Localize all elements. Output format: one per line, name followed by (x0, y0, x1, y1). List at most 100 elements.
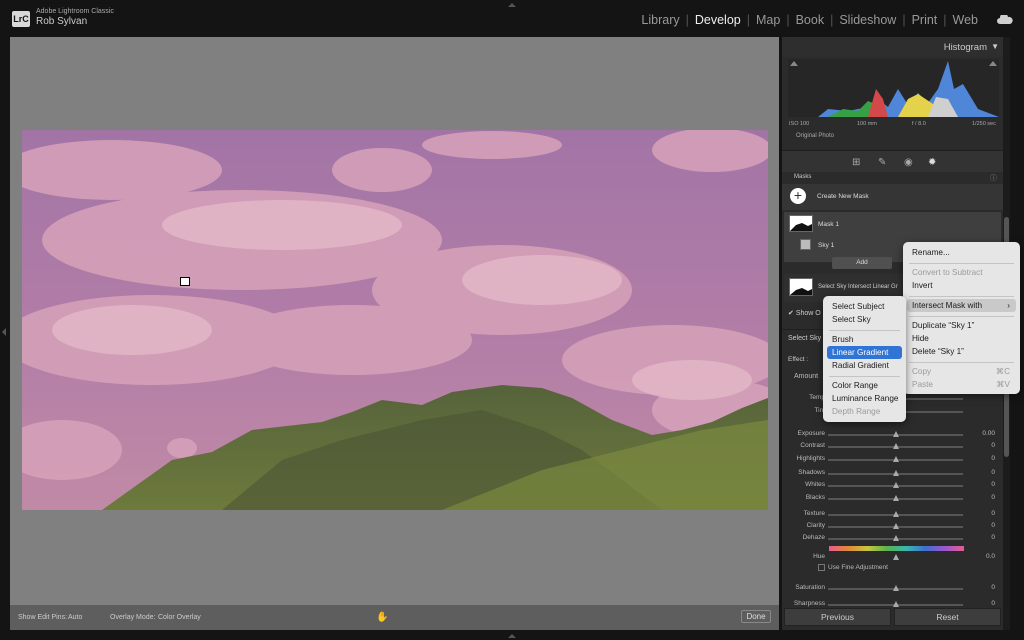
menu-paste: Paste ⌘V (907, 378, 1016, 391)
slider-knob[interactable] (892, 470, 899, 476)
menu-intersect-label: Intersect Mask with (912, 301, 983, 310)
done-button[interactable]: Done (741, 610, 771, 623)
copy-shortcut: ⌘C (995, 367, 1010, 376)
slider-texture[interactable]: Texture 0 (782, 508, 1003, 520)
menu-hide[interactable]: Hide (907, 332, 1016, 345)
module-map[interactable]: Map (750, 13, 786, 27)
histogram-chart (818, 61, 999, 117)
sky-icon (800, 239, 811, 250)
menu-copy: Copy ⌘C (907, 365, 1016, 378)
slider-clarity[interactable]: Clarity 0 (782, 520, 1003, 532)
hue-gradient-bar[interactable] (829, 546, 964, 551)
histogram-graph[interactable] (788, 59, 999, 117)
edit-pin-icon[interactable] (180, 277, 190, 286)
app-logo: LrC (12, 11, 30, 27)
slider-hue[interactable]: Hue 0.0 (782, 551, 1003, 563)
slider-value[interactable]: 0.00 (982, 430, 995, 437)
menu-intersect-mask-with[interactable]: Intersect Mask with › (907, 299, 1016, 312)
submenu-brush[interactable]: Brush (827, 333, 902, 346)
masking-icon[interactable]: ✹ (928, 157, 936, 168)
slider-value[interactable]: 0 (991, 510, 995, 517)
submenu-luminance-range[interactable]: Luminance Range (827, 392, 902, 405)
photo-preview[interactable] (22, 130, 768, 510)
menu-copy-label: Copy (912, 367, 932, 376)
slider-knob[interactable] (892, 443, 899, 449)
menu-separator (909, 362, 1014, 363)
slider-knob[interactable] (892, 456, 899, 462)
create-new-mask-row[interactable]: + Create New Mask (782, 184, 1003, 210)
slider-whites[interactable]: Whites 0 (782, 479, 1003, 491)
slider-exposure[interactable]: Exposure 0.00 (782, 428, 1003, 440)
menu-separator (829, 330, 900, 331)
help-icon[interactable]: ⓘ (990, 173, 997, 183)
collapse-arrow-icon[interactable]: ▼ (991, 42, 999, 51)
menu-separator (829, 376, 900, 377)
slider-value[interactable]: 0 (991, 522, 995, 529)
slider-knob[interactable] (892, 601, 899, 607)
collapse-top-icon[interactable] (508, 3, 516, 7)
module-book[interactable]: Book (790, 13, 831, 27)
slider-knob[interactable] (892, 482, 899, 488)
mask-context-menu: Rename... Convert to Subtract Invert Int… (903, 242, 1020, 394)
module-develop[interactable]: Develop (689, 13, 747, 27)
paste-shortcut: ⌘V (996, 380, 1010, 389)
amount-label: Amount (794, 373, 819, 380)
slider-knob[interactable] (892, 495, 899, 501)
submenu-select-subject[interactable]: Select Subject (827, 300, 902, 313)
menu-separator (909, 296, 1014, 297)
fine-adjustment-checkbox[interactable] (818, 564, 825, 571)
slider-knob[interactable] (892, 585, 899, 591)
menu-duplicate[interactable]: Duplicate “Sky 1” (907, 319, 1016, 332)
sky-1-label[interactable]: Sky 1 (818, 242, 834, 249)
show-edit-pins-select[interactable]: Auto (68, 614, 82, 621)
slider-knob[interactable] (892, 535, 899, 541)
slider-blacks[interactable]: Blacks 0 (782, 492, 1003, 504)
slider-highlights[interactable]: Highlights 0 (782, 453, 1003, 465)
crop-icon[interactable]: ⊞ (852, 157, 860, 168)
slider-shadows[interactable]: Shadows 0 (782, 467, 1003, 479)
slider-value[interactable]: 0 (991, 534, 995, 541)
add-button[interactable]: Add (832, 257, 892, 269)
module-slideshow[interactable]: Slideshow (833, 13, 902, 27)
cloud-icon[interactable] (997, 15, 1013, 24)
menu-rename[interactable]: Rename... (907, 246, 1016, 259)
submenu-linear-gradient[interactable]: Linear Gradient (827, 346, 902, 359)
slider-value[interactable]: 0 (991, 481, 995, 488)
slider-contrast[interactable]: Contrast 0 (782, 440, 1003, 452)
slider-value[interactable]: 0 (991, 455, 995, 462)
masks-header: Masks ⓘ (782, 172, 1003, 184)
submenu-color-range[interactable]: Color Range (827, 379, 902, 392)
module-print[interactable]: Print (906, 13, 944, 27)
module-web[interactable]: Web (947, 13, 984, 27)
slider-value[interactable]: 0 (991, 442, 995, 449)
slider-value[interactable]: 0 (991, 600, 995, 607)
overlay-mode-select[interactable]: Color Overlay (158, 614, 201, 621)
histogram-header[interactable]: Histogram ▼ (782, 37, 1003, 57)
slider-knob[interactable] (892, 523, 899, 529)
menu-invert[interactable]: Invert (907, 279, 1016, 292)
red-eye-icon[interactable]: ◉ (904, 157, 913, 168)
shadow-clipping-icon[interactable] (790, 61, 798, 66)
slider-value[interactable]: 0 (991, 494, 995, 501)
slider-knob[interactable] (892, 554, 899, 560)
slider-value[interactable]: 0 (991, 469, 995, 476)
plus-icon[interactable]: + (790, 188, 806, 204)
slider-knob[interactable] (892, 511, 899, 517)
submenu-select-sky[interactable]: Select Sky (827, 313, 902, 326)
slider-knob[interactable] (892, 431, 899, 437)
slider-saturation[interactable]: Saturation 0 (782, 582, 1003, 594)
collapse-left-icon[interactable] (2, 328, 6, 336)
healing-icon[interactable]: ✎ (878, 157, 886, 168)
show-overlay-checkbox[interactable]: ✔ Show O (788, 309, 821, 317)
collapse-bottom-icon[interactable] (508, 634, 516, 638)
highlight-clipping-icon[interactable] (989, 61, 997, 66)
submenu-radial-gradient[interactable]: Radial Gradient (827, 359, 902, 372)
slider-value[interactable]: 0 (991, 584, 995, 591)
image-canvas[interactable] (10, 37, 779, 630)
previous-button[interactable]: Previous (784, 608, 891, 626)
slider-value[interactable]: 0.0 (986, 553, 995, 560)
menu-delete[interactable]: Delete “Sky 1” (907, 345, 1016, 358)
reset-button[interactable]: Reset (894, 608, 1001, 626)
slider-dehaze[interactable]: Dehaze 0 (782, 532, 1003, 544)
module-library[interactable]: Library (635, 13, 685, 27)
